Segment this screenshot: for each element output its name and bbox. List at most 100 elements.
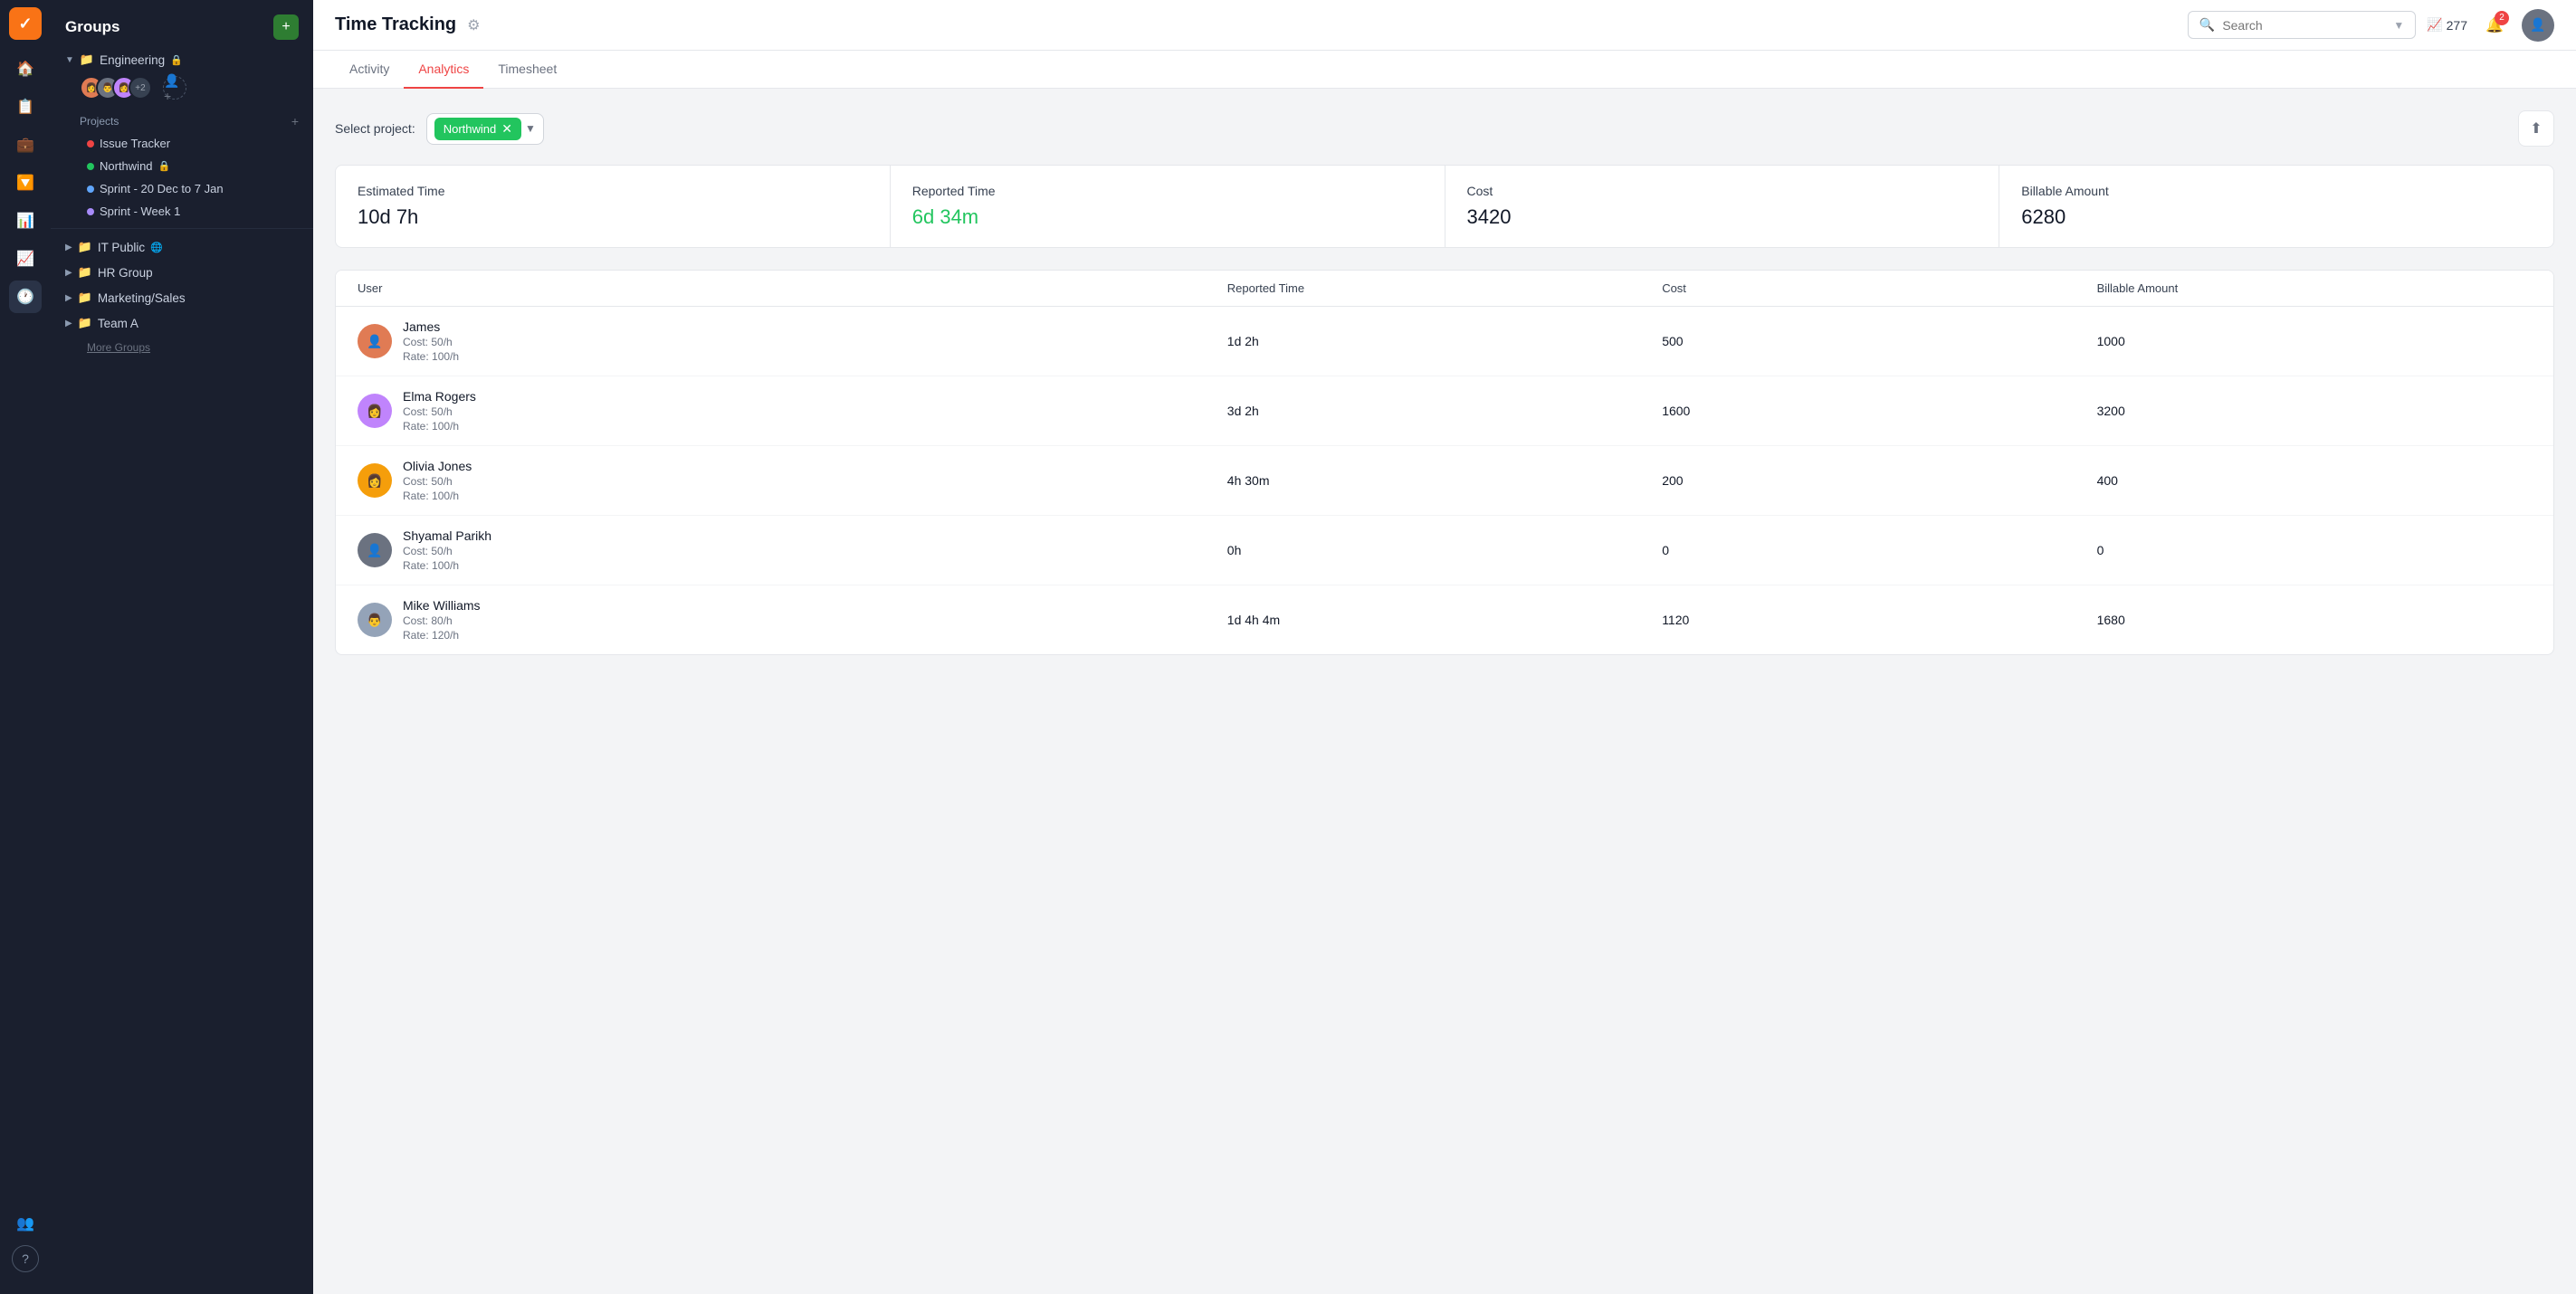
user-cell-shyamal: 👤 Shyamal Parikh Cost: 50/h Rate: 100/h [358, 528, 1227, 572]
user-cell-elma: 👩 Elma Rogers Cost: 50/h Rate: 100/h [358, 389, 1227, 433]
dot-blue-icon [87, 186, 94, 193]
northwind-lock-icon: 🔒 [158, 160, 171, 172]
billable-olivia: 400 [2097, 473, 2532, 488]
sidebar-item-team-a[interactable]: ▶ 📁 Team A [51, 310, 313, 336]
user-cell-olivia: 👩 Olivia Jones Cost: 50/h Rate: 100/h [358, 459, 1227, 502]
user-name-mike: Mike Williams [403, 598, 481, 613]
analytics-content: Select project: Northwind ✕ ▼ ⬆ Estimate… [313, 89, 2576, 1294]
chevron-right-icon: ▶ [65, 243, 72, 252]
group-name-team-a: Team A [98, 317, 138, 330]
user-name-james: James [403, 319, 459, 334]
sidebar-item-marketing[interactable]: ▶ 📁 Marketing/Sales [51, 285, 313, 310]
project-select-dropdown-icon[interactable]: ▼ [525, 122, 536, 135]
search-box[interactable]: 🔍 ▼ [2188, 11, 2416, 39]
dot-green-icon [87, 163, 94, 170]
table-row: 👤 Shyamal Parikh Cost: 50/h Rate: 100/h … [336, 516, 2553, 585]
reported-time-james: 1d 2h [1227, 334, 1662, 348]
clock-icon-btn[interactable]: 🕐 [9, 281, 42, 313]
sidebar-item-engineering[interactable]: ▼ 📁 Engineering 🔒 [51, 47, 313, 72]
projects-add-icon[interactable]: + [291, 114, 299, 128]
list-icon-btn[interactable]: 📋 [9, 90, 42, 123]
reported-time-elma: 3d 2h [1227, 404, 1662, 418]
avatar-olivia: 👩 [358, 463, 392, 498]
user-info-shyamal: Shyamal Parikh Cost: 50/h Rate: 100/h [403, 528, 491, 572]
user-info-james: James Cost: 50/h Rate: 100/h [403, 319, 459, 363]
user-cell-james: 👤 James Cost: 50/h Rate: 100/h [358, 319, 1227, 363]
search-dropdown-icon[interactable]: ▼ [2393, 19, 2404, 32]
sidebar-item-sprint-week1[interactable]: Sprint - Week 1 [51, 200, 313, 223]
table-row: 👤 James Cost: 50/h Rate: 100/h 1d 2h 500… [336, 307, 2553, 376]
trend-count: 277 [2447, 18, 2467, 33]
tab-timesheet[interactable]: Timesheet [483, 51, 571, 89]
user-name-elma: Elma Rogers [403, 389, 476, 404]
user-rate-elma: Rate: 100/h [403, 420, 476, 433]
engineering-members: 👩 👨 👩 +2 👤+ [51, 72, 313, 107]
reported-time-label: Reported Time [912, 184, 1423, 198]
avatar-stack: 👩 👨 👩 +2 [80, 76, 145, 100]
user-cost-olivia: Cost: 50/h [403, 475, 472, 488]
settings-icon[interactable]: ⚙ [467, 16, 480, 34]
billable-amount-label: Billable Amount [2021, 184, 2532, 198]
sidebar-add-button[interactable]: + [273, 14, 299, 40]
app-logo[interactable]: ✓ [9, 7, 42, 40]
table-header: User Reported Time Cost Billable Amount [336, 271, 2553, 307]
projects-label: Projects [80, 115, 119, 128]
people-icon-btn[interactable]: 👥 [9, 1207, 42, 1240]
home-icon-btn[interactable]: 🏠 [9, 52, 42, 85]
user-rate-shyamal: Rate: 100/h [403, 559, 491, 572]
sidebar-item-sprint-dec[interactable]: Sprint - 20 Dec to 7 Jan [51, 177, 313, 200]
summary-card-reported: Reported Time 6d 34m [891, 166, 1445, 247]
group-name-engineering: Engineering [100, 53, 165, 67]
folder-icon-2: 📁 [78, 240, 92, 254]
briefcase-icon-btn[interactable]: 💼 [9, 128, 42, 161]
select-project-label: Select project: [335, 121, 415, 136]
sidebar-item-it-public[interactable]: ▶ 📁 IT Public 🌐 [51, 234, 313, 260]
user-avatar[interactable]: 👤 [2522, 9, 2554, 42]
more-groups-link[interactable]: More Groups [51, 336, 313, 359]
folder-icon-4: 📁 [78, 290, 92, 305]
user-name-shyamal: Shyamal Parikh [403, 528, 491, 543]
notifications-button[interactable]: 🔔 2 [2478, 9, 2511, 42]
app-icon-bar: ✓ 🏠 📋 💼 🔽 📊 📈 🕐 👥 ? [0, 0, 51, 1294]
reported-time-value: 6d 34m [912, 205, 1423, 229]
billable-shyamal: 0 [2097, 543, 2532, 557]
filter-icon-btn[interactable]: 🔽 [9, 167, 42, 199]
sidebar-item-issue-tracker[interactable]: Issue Tracker [51, 132, 313, 155]
chevron-right-icon-2: ▶ [65, 268, 72, 278]
billable-james: 1000 [2097, 334, 2532, 348]
tab-analytics[interactable]: Analytics [404, 51, 483, 89]
trend-badge: 📈 277 [2427, 17, 2467, 33]
cost-value: 3420 [1467, 205, 1978, 229]
dashboard-icon-btn[interactable]: 📊 [9, 205, 42, 237]
col-reported-time: Reported Time [1227, 281, 1662, 295]
sidebar-item-hr-group[interactable]: ▶ 📁 HR Group [51, 260, 313, 285]
billable-mike: 1680 [2097, 613, 2532, 627]
project-select-wrapper[interactable]: Northwind ✕ ▼ [426, 113, 544, 145]
avatar-mike: 👨 [358, 603, 392, 637]
summary-card-estimated: Estimated Time 10d 7h [336, 166, 890, 247]
folder-icon-3: 📁 [78, 265, 92, 280]
chart-icon-btn[interactable]: 📈 [9, 243, 42, 275]
sidebar: Groups + ▼ 📁 Engineering 🔒 👩 👨 👩 +2 👤+ P… [51, 0, 313, 1294]
user-rate-james: Rate: 100/h [403, 350, 459, 363]
user-info-elma: Elma Rogers Cost: 50/h Rate: 100/h [403, 389, 476, 433]
reported-time-mike: 1d 4h 4m [1227, 613, 1662, 627]
tab-activity[interactable]: Activity [335, 51, 404, 89]
help-icon-btn[interactable]: ? [12, 1245, 39, 1272]
estimated-time-label: Estimated Time [358, 184, 868, 198]
trend-up-icon: 📈 [2427, 17, 2442, 33]
cost-shyamal: 0 [1662, 543, 2096, 557]
search-input[interactable] [2222, 18, 2386, 33]
user-rate-mike: Rate: 120/h [403, 629, 481, 642]
chevron-right-icon-4: ▶ [65, 319, 72, 328]
sidebar-item-northwind[interactable]: Northwind 🔒 [51, 155, 313, 177]
add-member-button[interactable]: 👤+ [163, 76, 186, 100]
data-table: User Reported Time Cost Billable Amount … [335, 270, 2554, 655]
user-name-olivia: Olivia Jones [403, 459, 472, 473]
project-select-row: Select project: Northwind ✕ ▼ ⬆ [335, 110, 2554, 147]
main-content: Time Tracking ⚙ 🔍 ▼ 📈 277 🔔 2 👤 Activity… [313, 0, 2576, 1294]
avatar-james: 👤 [358, 324, 392, 358]
project-tag-remove-button[interactable]: ✕ [501, 121, 512, 137]
export-button[interactable]: ⬆ [2518, 110, 2554, 147]
reported-time-shyamal: 0h [1227, 543, 1662, 557]
